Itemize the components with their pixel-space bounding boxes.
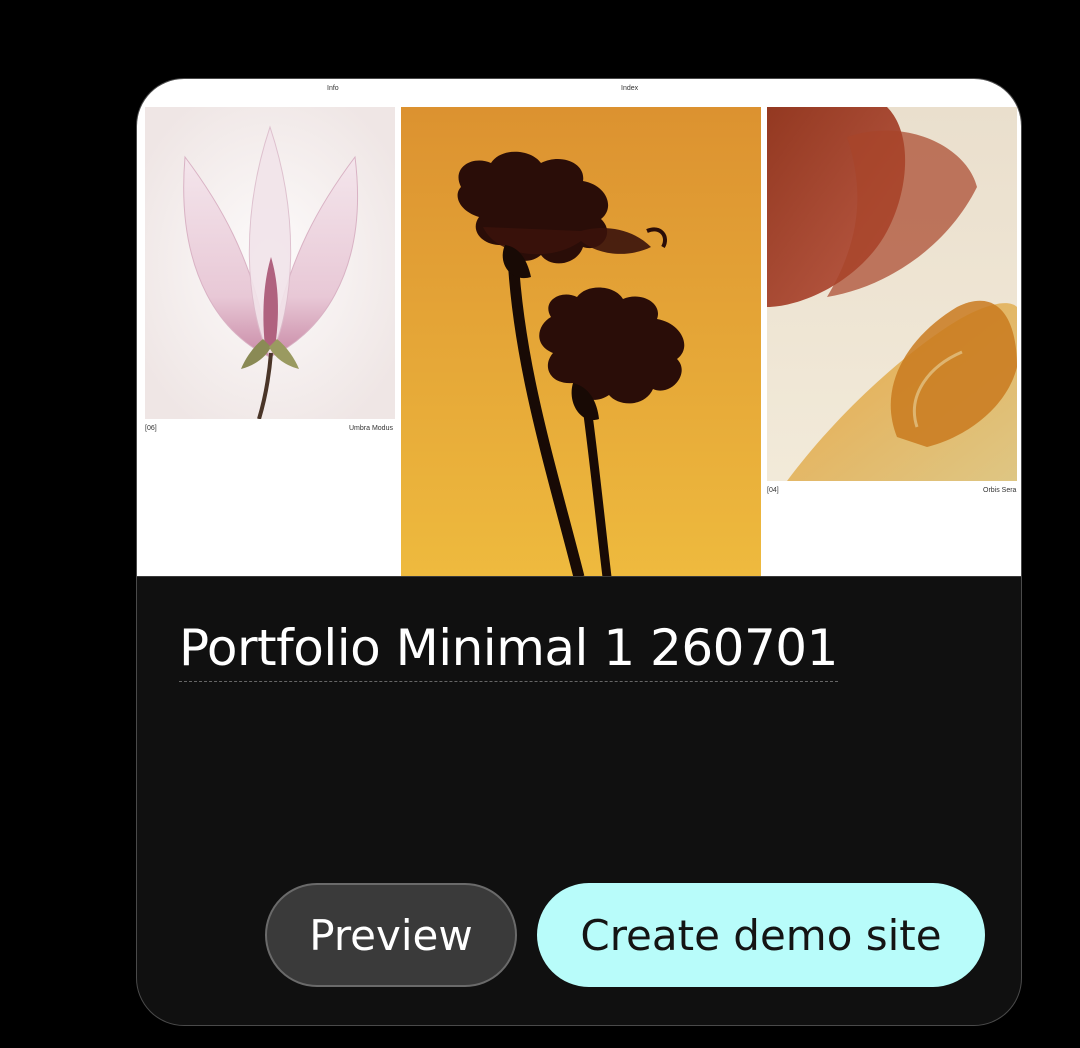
carnation-image — [401, 107, 761, 576]
caption-right-name: Orbis Sera — [983, 487, 1017, 494]
caption-left-number: [06] — [145, 425, 157, 432]
thumb-nav-info: Info — [327, 85, 339, 92]
thumb-nav-code: 260701 — [137, 85, 155, 92]
petals-image — [767, 107, 1017, 481]
create-demo-site-button[interactable]: Create demo site — [537, 883, 985, 987]
caption-left-name: Umbra Modus — [349, 425, 393, 432]
thumb-nav-index: Index — [621, 85, 639, 92]
preview-button[interactable]: Preview — [265, 883, 517, 987]
template-title[interactable]: Portfolio Minimal 1 260701 — [179, 619, 838, 682]
template-thumbnail[interactable]: 260701 Info Index — [137, 79, 1021, 577]
template-card[interactable]: 260701 Info Index — [136, 78, 1022, 1026]
caption-right-number: [04] — [767, 487, 779, 494]
magnolia-image — [145, 107, 395, 419]
